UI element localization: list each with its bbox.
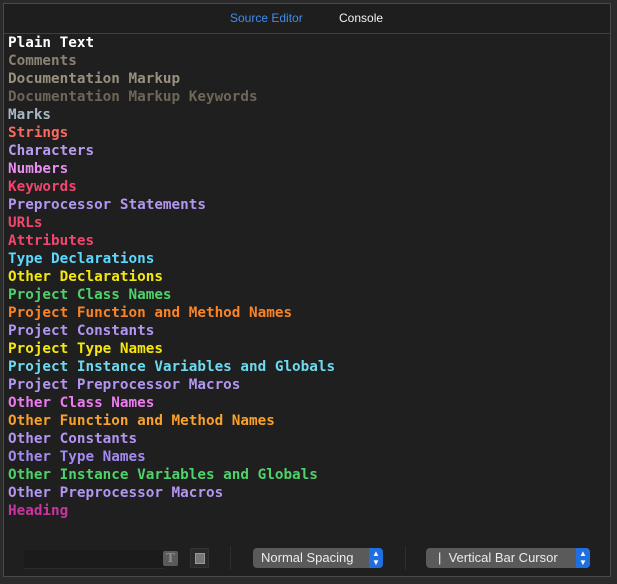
tab-source-editor[interactable]: Source Editor	[230, 11, 303, 25]
font-field[interactable]	[24, 550, 164, 569]
spacing-popup[interactable]: Normal Spacing ▲ ▼	[253, 548, 383, 568]
syntax-item[interactable]: Documentation Markup	[8, 70, 335, 88]
syntax-item[interactable]: Other Preprocessor Macros	[8, 484, 335, 502]
syntax-item[interactable]: Other Constants	[8, 430, 335, 448]
chevron-up-down-icon: ▲ ▼	[576, 548, 590, 568]
syntax-item[interactable]: Preprocessor Statements	[8, 196, 335, 214]
syntax-type-list: Plain Text Comments Documentation Markup Do…	[8, 34, 335, 520]
syntax-item[interactable]: Marks	[8, 106, 335, 124]
color-swatch	[195, 553, 205, 564]
font-picker-icon[interactable]: T	[163, 551, 178, 566]
syntax-item[interactable]: Strings	[8, 124, 335, 142]
syntax-item[interactable]: Project Constants	[8, 322, 335, 340]
syntax-item[interactable]: Type Declarations	[8, 250, 335, 268]
divider	[405, 546, 406, 570]
chevron-up-down-icon: ▲ ▼	[369, 548, 383, 568]
syntax-item[interactable]: Other Class Names	[8, 394, 335, 412]
syntax-item[interactable]: Project Class Names	[8, 286, 335, 304]
syntax-item[interactable]: Heading	[8, 502, 335, 520]
syntax-item[interactable]: Other Type Names	[8, 448, 335, 466]
syntax-item[interactable]: Project Instance Variables and Globals	[8, 358, 335, 376]
color-well[interactable]	[190, 548, 209, 568]
syntax-item[interactable]: Characters	[8, 142, 335, 160]
syntax-item[interactable]: Other Declarations	[8, 268, 335, 286]
bottom-toolbar: T Normal Spacing ▲ ▼ | Vertical Bar Curso…	[4, 534, 610, 578]
tab-console[interactable]: Console	[339, 11, 383, 25]
divider	[230, 546, 231, 570]
spacing-label: Normal Spacing	[261, 550, 354, 565]
syntax-item[interactable]: Attributes	[8, 232, 335, 250]
tab-bar: Source Editor Console	[4, 4, 610, 34]
cursor-label: | Vertical Bar Cursor	[438, 550, 558, 565]
syntax-item[interactable]: URLs	[8, 214, 335, 232]
syntax-item[interactable]: Project Function and Method Names	[8, 304, 335, 322]
syntax-item[interactable]: Project Preprocessor Macros	[8, 376, 335, 394]
cursor-popup[interactable]: | Vertical Bar Cursor ▲ ▼	[426, 548, 590, 568]
syntax-item[interactable]: Keywords	[8, 178, 335, 196]
syntax-item[interactable]: Other Function and Method Names	[8, 412, 335, 430]
syntax-item[interactable]: Project Type Names	[8, 340, 335, 358]
syntax-item[interactable]: Comments	[8, 52, 335, 70]
syntax-item[interactable]: Numbers	[8, 160, 335, 178]
syntax-item[interactable]: Documentation Markup Keywords	[8, 88, 335, 106]
theme-window: Source Editor Console Plain Text Comments…	[3, 3, 611, 577]
syntax-item[interactable]: Other Instance Variables and Globals	[8, 466, 335, 484]
syntax-item[interactable]: Plain Text	[8, 34, 335, 52]
